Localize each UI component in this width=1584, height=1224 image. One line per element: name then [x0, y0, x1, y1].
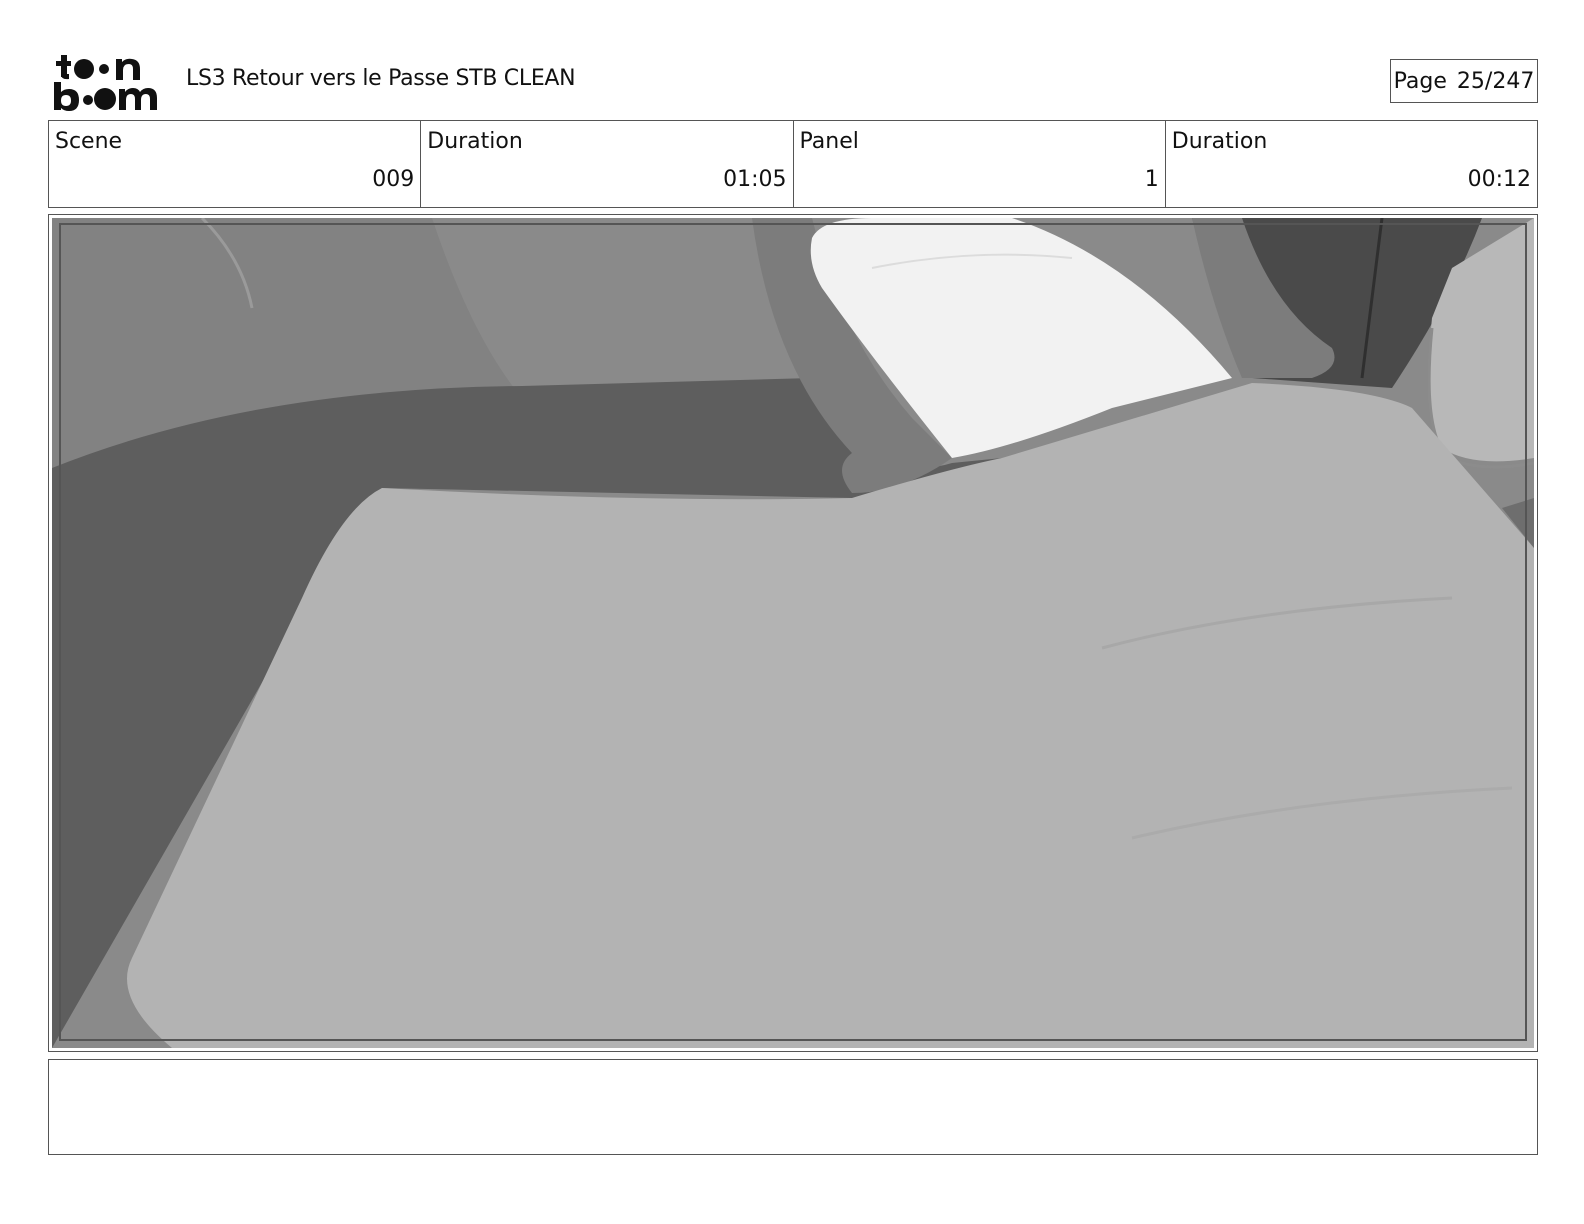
scene-value: 009 — [372, 167, 415, 192]
panel-drawing — [52, 218, 1534, 1048]
panel-duration-cell: Duration 00:12 — [1166, 121, 1537, 207]
scene-info-table: Scene 009 Duration 01:05 Panel 1 Duratio… — [48, 120, 1538, 208]
scene-duration-label: Duration — [427, 129, 523, 154]
panel-label: Panel — [799, 129, 859, 154]
panel-duration-value: 00:12 — [1467, 167, 1531, 192]
storyboard-panel-image — [52, 218, 1534, 1048]
panel-cell: Panel 1 — [794, 121, 1166, 207]
page-label: Page — [1393, 68, 1447, 94]
toonboom-logo-icon — [54, 55, 157, 111]
scene-label: Scene — [55, 129, 123, 154]
scene-duration-value: 01:05 — [723, 167, 787, 192]
scene-cell: Scene 009 — [49, 121, 422, 207]
page-indicator: Page 25/247 — [1390, 59, 1538, 103]
scene-duration-cell: Duration 01:05 — [421, 121, 794, 207]
panel-notes-box — [48, 1059, 1538, 1155]
panel-value: 1 — [1144, 167, 1159, 192]
page-value: 25/247 — [1456, 68, 1535, 94]
toonboom-logo — [52, 52, 164, 112]
document-title: LS3 Retour vers le Passe STB CLEAN — [186, 66, 576, 91]
panel-frame — [48, 214, 1538, 1052]
panel-duration-label: Duration — [1171, 129, 1268, 154]
